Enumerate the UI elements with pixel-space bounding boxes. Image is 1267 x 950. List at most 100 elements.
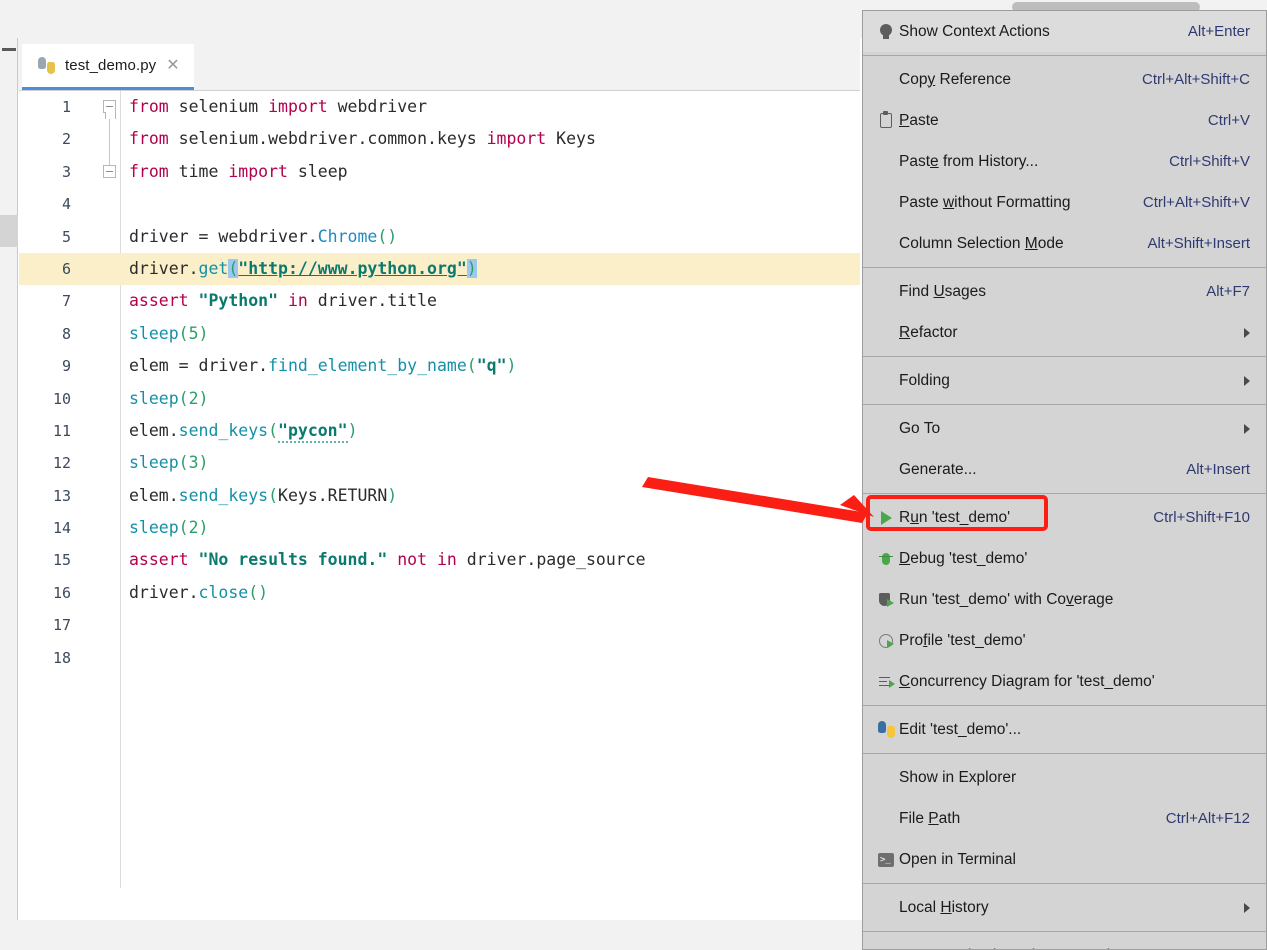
menu-item-label: Show Context Actions — [899, 22, 1050, 40]
fold-gutter-cell[interactable] — [99, 318, 121, 350]
code-text: elem.send_keys("pycon") — [121, 415, 860, 447]
coverage-shield-icon — [873, 592, 899, 607]
fold-end-icon — [103, 164, 116, 178]
code-line[interactable]: 13 elem.send_keys(Keys.RETURN) — [19, 480, 860, 512]
menu-item-paste-from-history[interactable]: Paste from History... Ctrl+Shift+V — [863, 141, 1266, 182]
menu-item-open-in-terminal[interactable]: >_ Open in Terminal — [863, 839, 1266, 880]
line-number: 8 — [61, 324, 71, 343]
lightbulb-icon — [873, 24, 899, 39]
menu-item-local-history[interactable]: Local History — [863, 887, 1266, 928]
fold-gutter-cell[interactable] — [99, 155, 121, 188]
profile-clock-icon — [873, 633, 899, 648]
editor-tab-test-demo[interactable]: test_demo.py ✕ — [22, 44, 194, 90]
menu-item-paste-without-formatting[interactable]: Paste without Formatting Ctrl+Alt+Shift+V — [863, 182, 1266, 223]
code-line[interactable]: 8 sleep(5) — [19, 318, 860, 350]
code-line[interactable]: 11 elem.send_keys("pycon") — [19, 415, 860, 447]
fold-gutter-cell[interactable] — [99, 415, 121, 447]
menu-item-concurrency-diagram-for-test-demo[interactable]: Concurrency Diagram for 'test_demo' — [863, 661, 1266, 702]
code-line[interactable]: 10 sleep(2) — [19, 383, 860, 415]
fold-gutter-cell[interactable] — [99, 383, 121, 415]
minimize-icon[interactable] — [2, 48, 16, 51]
menu-item-column-selection-mode[interactable]: Column Selection Mode Alt+Shift+Insert — [863, 223, 1266, 264]
menu-item-label: Run 'test_demo' with Coverage — [899, 590, 1114, 608]
code-line[interactable]: 3 from time import sleep — [19, 155, 860, 188]
code-line[interactable]: 6 driver.get("http://www.python.org") — [19, 252, 860, 286]
menu-item-refactor[interactable]: Refactor — [863, 312, 1266, 353]
fold-gutter-cell[interactable] — [99, 91, 121, 123]
menu-item-label: Find Usages — [899, 282, 987, 300]
menu-separator — [863, 705, 1266, 706]
menu-item-run-test-demo[interactable]: Run 'test_demo' Ctrl+Shift+F10 — [863, 497, 1266, 538]
menu-item-profile-test-demo[interactable]: Profile 'test_demo' — [863, 620, 1266, 661]
fold-gutter-cell[interactable] — [99, 350, 121, 382]
python-config-icon — [873, 721, 899, 738]
code-text: driver.get("http://www.python.org") — [121, 252, 860, 286]
code-line[interactable]: 17 — [19, 609, 860, 641]
debug-bug-icon — [873, 552, 899, 566]
code-editor[interactable]: 1 from selenium import webdriver 2 from sel… — [19, 90, 860, 888]
menu-item-copy-reference[interactable]: Copy Reference Ctrl+Alt+Shift+C — [863, 59, 1266, 100]
fold-gutter-cell[interactable] — [99, 480, 121, 512]
fold-gutter-cell[interactable] — [99, 252, 121, 286]
clipboard-icon — [873, 111, 899, 128]
menu-item-run-test-demo-with-coverage[interactable]: Run 'test_demo' with Coverage — [863, 579, 1266, 620]
rail-tool-button[interactable] — [0, 215, 18, 247]
line-number: 13 — [52, 486, 71, 505]
code-line[interactable]: 16 driver.close() — [19, 577, 860, 609]
menu-item-shortcut: Ctrl+Shift+F10 — [1153, 509, 1250, 526]
menu-item-go-to[interactable]: Go To — [863, 408, 1266, 449]
concurrency-lines-icon — [873, 675, 899, 689]
code-line[interactable]: 12 sleep(3) — [19, 447, 860, 479]
menu-item-shortcut: Alt+Shift+Insert — [1147, 235, 1250, 252]
fold-gutter-cell[interactable] — [99, 188, 121, 220]
code-line[interactable]: 15 assert "No results found." not in driv… — [19, 544, 860, 576]
code-text: sleep(2) — [129, 388, 209, 408]
fold-gutter-cell[interactable] — [99, 285, 121, 317]
editor-tabbar: test_demo.py ✕ — [18, 38, 860, 90]
code-line[interactable]: 5 driver = webdriver.Chrome() — [19, 221, 860, 253]
menu-separator — [863, 55, 1266, 56]
fold-gutter-cell[interactable] — [99, 221, 121, 253]
menu-item-edit-test-demo[interactable]: Edit 'test_demo'... — [863, 709, 1266, 750]
menu-item-label: File Path — [899, 809, 961, 827]
close-icon[interactable]: ✕ — [166, 57, 179, 74]
code-line[interactable]: 9 elem = driver.find_element_by_name("q") — [19, 350, 860, 382]
fold-gutter-cell[interactable] — [99, 512, 121, 544]
python-file-icon — [38, 56, 56, 75]
menu-item-execute-line-in-python-console[interactable]: Execute Line in Python ConsoleAlt+Shift+… — [863, 935, 1266, 950]
menu-item-label: Edit 'test_demo'... — [899, 720, 1022, 738]
menu-item-label: Execute Line in Python Console — [899, 947, 1155, 950]
menu-item-file-path[interactable]: File Path Ctrl+Alt+F12 — [863, 798, 1266, 839]
fold-gutter-cell[interactable] — [99, 447, 121, 479]
menu-item-debug-test-demo[interactable]: Debug 'test_demo' — [863, 538, 1266, 579]
menu-item-paste[interactable]: Paste Ctrl+V — [863, 100, 1266, 141]
fold-gutter-cell[interactable] — [99, 544, 121, 576]
ide-left-toolwindow-rail[interactable] — [0, 38, 18, 920]
menu-item-folding[interactable]: Folding — [863, 360, 1266, 401]
menu-item-find-usages[interactable]: Find Usages Alt+F7 — [863, 271, 1266, 312]
line-number: 10 — [52, 389, 71, 408]
menu-item-label: Column Selection Mode — [899, 234, 1064, 252]
fold-gutter-cell[interactable] — [99, 123, 121, 156]
menu-separator — [863, 267, 1266, 268]
line-number: 9 — [61, 357, 71, 376]
editor-context-menu[interactable]: Show Context Actions Alt+Enter Copy Refere… — [862, 10, 1267, 950]
menu-item-label: Debug 'test_demo' — [899, 549, 1028, 567]
code-line[interactable]: 2 from selenium.webdriver.common.keys imp… — [19, 123, 860, 156]
menu-item-show-context-actions[interactable]: Show Context Actions Alt+Enter — [863, 11, 1266, 52]
fold-gutter-cell[interactable] — [99, 642, 121, 674]
menu-item-label: Paste from History... — [899, 152, 1039, 170]
line-number: 5 — [61, 227, 71, 246]
run-play-icon — [873, 510, 899, 525]
line-number: 18 — [52, 648, 71, 667]
menu-item-show-in-explorer[interactable]: Show in Explorer — [863, 757, 1266, 798]
fold-gutter-cell[interactable] — [99, 609, 121, 641]
code-line[interactable]: 4 — [19, 188, 860, 220]
code-line[interactable]: 14 sleep(2) — [19, 512, 860, 544]
menu-item-generate[interactable]: Generate... Alt+Insert — [863, 449, 1266, 490]
code-line[interactable]: 18 — [19, 642, 860, 674]
fold-gutter-cell[interactable] — [99, 577, 121, 609]
code-line[interactable]: 1 from selenium import webdriver — [19, 91, 860, 123]
code-line[interactable]: 7 assert "Python" in driver.title — [19, 285, 860, 317]
